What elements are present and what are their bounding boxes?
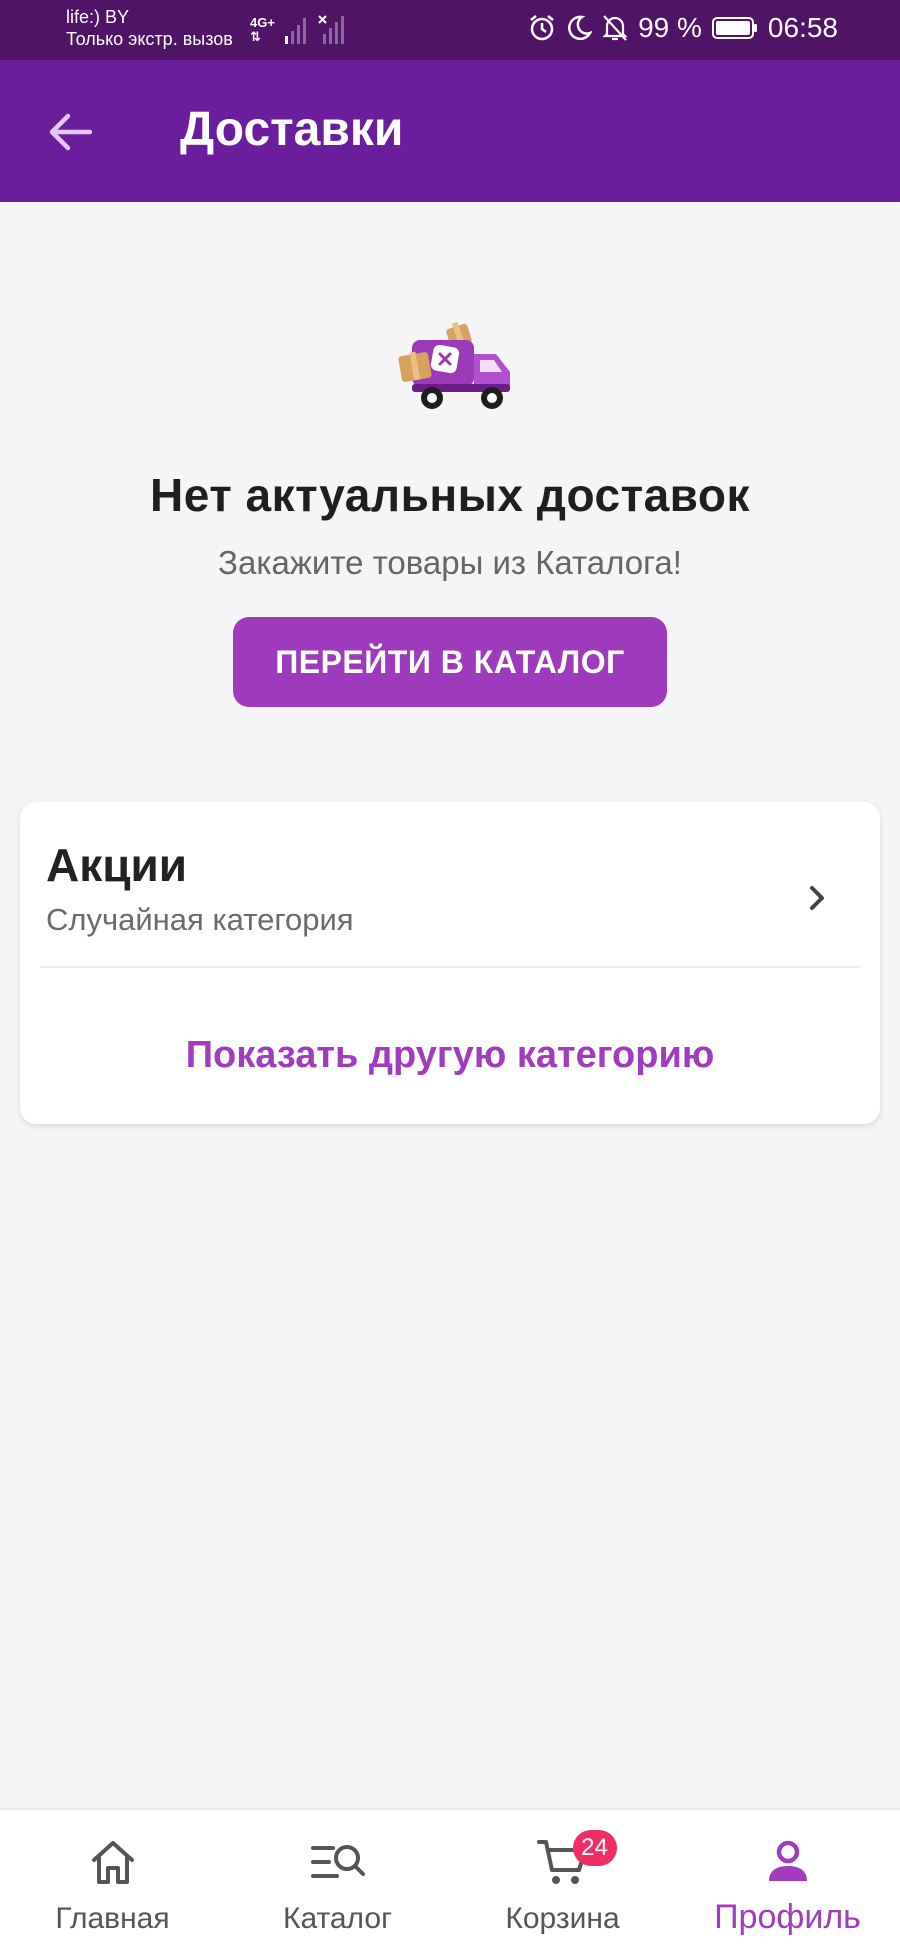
battery-percent: 99 % — [638, 12, 702, 43]
back-button[interactable] — [44, 106, 96, 158]
delivery-truck-icon — [398, 321, 510, 409]
page-title: Доставки — [180, 103, 404, 156]
nav-item-cart[interactable]: 24 Корзина — [450, 1810, 675, 1950]
network-type: 4G+ ⇅ — [250, 16, 275, 44]
data-arrows-icon: ⇅ — [250, 29, 261, 44]
alarm-icon — [530, 15, 554, 41]
notifications-off-icon — [602, 15, 628, 41]
nav-item-home[interactable]: Главная — [0, 1810, 225, 1950]
app-bar: Доставки — [0, 60, 900, 202]
go-to-catalog-button[interactable]: ПЕРЕЙТИ В КАТАЛОГ — [233, 617, 667, 707]
nav-label-home: Главная — [55, 1902, 170, 1935]
show-another-category-link[interactable]: Показать другую категорию — [20, 1034, 880, 1077]
clock: 06:58 — [767, 12, 838, 43]
home-icon — [88, 1836, 138, 1888]
card-divider — [40, 966, 860, 968]
signal-no-service-icon — [318, 15, 344, 44]
status-right: 99 % 06:58 — [528, 12, 838, 44]
profile-icon — [765, 1836, 811, 1888]
cart-icon: 24 — [536, 1830, 617, 1888]
carrier-name: life:) BY — [66, 7, 130, 27]
cart-count-badge: 24 — [572, 1830, 617, 1866]
chevron-right-icon — [810, 886, 824, 910]
category-subtitle: Случайная категория — [46, 902, 354, 937]
carrier-info: life:) BY Только экстр. вызов — [66, 6, 233, 50]
nav-label-cart: Корзина — [505, 1902, 620, 1935]
bottom-navigation: Главная Каталог 24 Корзина Профиль — [0, 1808, 900, 1950]
nav-label-catalog: Каталог — [282, 1902, 393, 1935]
signal-indicators: 4G+ ⇅ — [250, 14, 347, 44]
category-row[interactable]: Акции Случайная категория — [20, 802, 880, 966]
catalog-search-icon — [310, 1836, 365, 1888]
signal-strength-icon — [284, 18, 306, 44]
network-label: 4G+ — [250, 15, 275, 30]
nav-item-catalog[interactable]: Каталог — [225, 1810, 450, 1950]
status-bar: life:) BY Только экстр. вызов 4G+ ⇅ 99 %… — [0, 0, 900, 60]
category-card: Акции Случайная категория Показать другу… — [20, 802, 880, 1124]
empty-state-subtitle: Закажите товары из Каталога! — [218, 544, 682, 581]
battery-icon — [711, 17, 757, 39]
carrier-note: Только экстр. вызов — [66, 29, 233, 49]
do-not-disturb-moon-icon — [568, 15, 593, 41]
arrow-left-icon — [49, 113, 92, 151]
nav-item-profile[interactable]: Профиль — [675, 1810, 900, 1950]
category-title: Акции — [46, 839, 188, 891]
nav-label-profile: Профиль — [714, 1898, 861, 1936]
empty-state-title: Нет актуальных доставок — [150, 469, 750, 521]
